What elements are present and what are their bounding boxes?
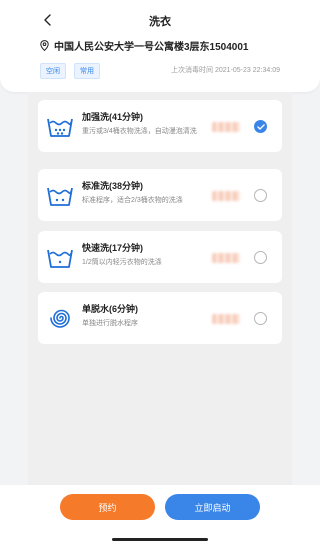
program-price-blurred <box>212 122 240 132</box>
program-title: 单脱水(6分钟) <box>82 304 138 314</box>
location-pin-icon <box>40 40 49 51</box>
program-radio-selected[interactable] <box>254 120 267 133</box>
program-card-standard[interactable]: 标准洗(38分钟) 标准程序，适合2/3桶衣物的洗涤 <box>38 169 282 221</box>
page-title: 洗衣 <box>149 16 171 28</box>
program-radio[interactable] <box>254 251 267 264</box>
program-price-blurred <box>212 191 240 201</box>
wash-quick-icon <box>47 249 73 268</box>
program-card-quick[interactable]: 快速洗(17分钟) 1/2筒以内轻污衣物的洗涤 <box>38 231 282 283</box>
status-badge-frequent: 常用 <box>74 63 100 79</box>
program-description: 单独进行脱水程序 <box>82 320 138 327</box>
wash-heavy-icon <box>47 118 73 137</box>
program-description: 1/2筒以内轻污衣物的洗涤 <box>82 259 162 266</box>
wash-standard-icon <box>47 187 73 206</box>
program-title: 标准洗(38分钟) <box>82 181 144 191</box>
status-badge-idle: 空闲 <box>40 63 66 79</box>
location-row: 中国人民公安大学一号公寓楼3层东1504001 <box>40 38 249 53</box>
status-tags: 空闲 常用 <box>40 63 108 79</box>
program-list: 加强洗(41分钟) 重污或3/4桶衣物洗涤，自动漫泡清洗 标准洗(38分钟) 标… <box>28 92 292 496</box>
program-description: 重污或3/4桶衣物洗涤，自动漫泡清洗 <box>82 128 197 135</box>
program-title: 快速洗(17分钟) <box>82 243 144 253</box>
program-price-blurred <box>212 314 240 324</box>
home-indicator <box>112 538 208 541</box>
header: 洗衣 中国人民公安大学一号公寓楼3层东1504001 空闲 常用 上次消毒时间 … <box>0 0 320 92</box>
start-now-button[interactable]: 立即启动 <box>165 494 260 520</box>
program-description: 标准程序，适合2/3桶衣物的洗涤 <box>82 197 183 204</box>
program-title: 加强洗(41分钟) <box>82 112 144 122</box>
last-disinfect-time: 上次消毒时间 2021-05-23 22:34:09 <box>171 67 280 74</box>
program-radio[interactable] <box>254 189 267 202</box>
program-card-heavy[interactable]: 加强洗(41分钟) 重污或3/4桶衣物洗涤，自动漫泡清洗 <box>38 100 282 152</box>
checkmark-icon <box>257 124 265 130</box>
program-price-blurred <box>212 253 240 263</box>
program-card-spin[interactable]: 单脱水(6分钟) 单独进行脱水程序 <box>38 292 282 344</box>
reserve-button[interactable]: 预约 <box>60 494 155 520</box>
location-text: 中国人民公安大学一号公寓楼3层东1504001 <box>54 42 249 53</box>
spin-dry-icon <box>50 309 70 328</box>
program-radio[interactable] <box>254 312 267 325</box>
